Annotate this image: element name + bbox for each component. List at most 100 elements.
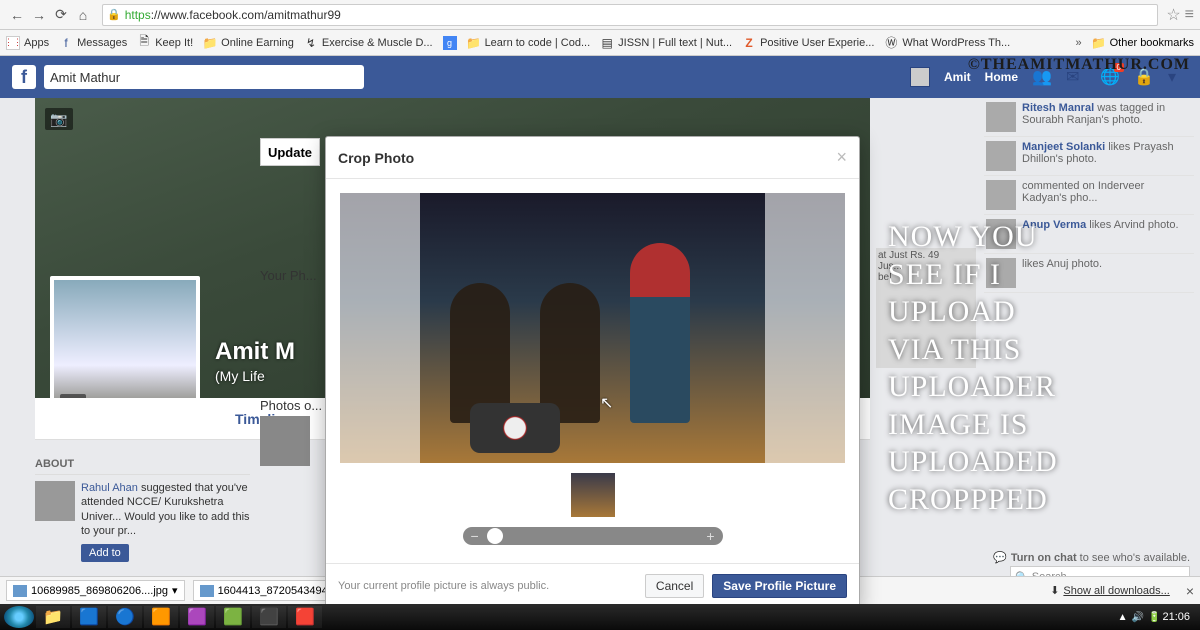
browser-toolbar: ← → ⟳ ⌂ 🔒 https://www.facebook.com/amitm… [0, 0, 1200, 30]
watermark-text: ©THEAMITMATHUR.COM [968, 56, 1190, 74]
taskbar-clock[interactable]: 21:06 [1162, 611, 1190, 623]
update-tab[interactable]: Update [260, 138, 320, 166]
taskbar-app[interactable]: 🟦 [72, 606, 106, 628]
bookmark-exercise[interactable]: ↯ Exercise & Muscle D... [304, 36, 433, 50]
back-icon[interactable]: ← [8, 6, 26, 24]
bm-label: What WordPress Th... [902, 37, 1010, 49]
bookmark-star-icon[interactable]: ☆ [1166, 5, 1180, 25]
bookmark-wordpress[interactable]: Ⓦ What WordPress Th... [884, 36, 1010, 50]
bookmarks-bar: ⋮⋮Apps fMessages 🗎Keep It! 📁Online Earni… [0, 30, 1200, 56]
wordpress-icon: Ⓦ [884, 36, 898, 50]
ticker-item[interactable]: commented on Inderveer Kadyan's pho... [984, 176, 1194, 215]
url-rest: ://www.facebook.com/amitmathur99 [151, 8, 341, 22]
url-input[interactable]: 🔒 https://www.facebook.com/amitmathur99 [102, 4, 1158, 26]
profile-name: Amit M [215, 338, 295, 366]
chrome-menu-icon[interactable]: ≡ [1185, 6, 1194, 24]
ticker-item[interactable]: Manjeet Solanki likes Prayash Dhillon's … [984, 137, 1194, 176]
lock-icon: 🔒 [107, 8, 121, 21]
bm-label: JISSN | Full text | Nut... [618, 37, 732, 49]
add-to-button[interactable]: Add to [81, 544, 129, 562]
tray-icon[interactable]: ▲ [1118, 612, 1128, 623]
tray-icon[interactable]: 🔋 [1148, 612, 1160, 623]
zoom-knob[interactable] [487, 528, 503, 544]
modal-footer-note: Your current profile picture is always p… [338, 580, 549, 592]
bm-label: Positive User Experie... [760, 37, 874, 49]
close-icon[interactable]: × [836, 147, 847, 168]
about-suggestion: Rahul Ahan suggested that you've attende… [35, 481, 250, 562]
bookmark-online-earning[interactable]: 📁Online Earning [203, 36, 294, 50]
edit-cover-camera-icon[interactable]: 📷 [45, 108, 73, 130]
photo-thumbnails [260, 416, 310, 466]
apps-button[interactable]: ⋮⋮Apps [6, 36, 49, 50]
system-tray[interactable]: ▲ 🔊 🔋 [1118, 612, 1161, 623]
taskbar-app[interactable]: 🟧 [144, 606, 178, 628]
page-icon: ↯ [304, 36, 318, 50]
crop-canvas[interactable]: ↖ [340, 193, 845, 463]
chat-toggle-suffix: to see who's available. [1077, 552, 1190, 564]
cursor-icon: ↖ [600, 393, 613, 413]
ticker-text: commented on Inderveer Kadyan's pho... [1022, 180, 1144, 204]
taskbar-app[interactable]: 🟥 [288, 606, 322, 628]
zoom-in-icon[interactable]: + [706, 528, 714, 544]
chat-toggle-label: Turn on chat [1011, 552, 1077, 564]
start-button[interactable] [4, 606, 34, 628]
tutorial-overlay-text: NOW YOU SEE IF I UPLOAD VIA THIS UPLOADE… [888, 218, 1188, 518]
home-icon[interactable]: ⌂ [74, 6, 92, 24]
taskbar-app-chrome[interactable]: 🔵 [108, 606, 142, 628]
other-bookmarks[interactable]: 📁Other bookmarks [1092, 36, 1194, 50]
turn-on-chat[interactable]: 💬 Turn on chat to see who's available. [993, 551, 1190, 564]
taskbar-app[interactable]: ⬛ [252, 606, 286, 628]
fb-search-input[interactable]: Amit Mathur [44, 65, 364, 89]
zoom-slider[interactable]: − + [463, 527, 723, 545]
forward-icon[interactable]: → [30, 6, 48, 24]
z-icon: Z [742, 36, 756, 50]
apps-grid-icon: ⋮⋮ [6, 36, 20, 50]
close-downloads-bar-icon[interactable]: × [1186, 583, 1194, 599]
download-filename: 10689985_869806206....jpg [31, 585, 168, 597]
suggestion-thumb [35, 481, 75, 521]
profile-subtitle: (My Life [215, 368, 265, 384]
show-all-label: Show all downloads... [1063, 585, 1169, 597]
crop-mask-left [340, 193, 420, 463]
image-file-icon [13, 585, 27, 597]
facebook-logo-icon[interactable]: f [12, 65, 36, 89]
profile-link[interactable]: Amit [944, 70, 971, 84]
download-arrow-icon: ⬇ [1050, 584, 1059, 597]
bookmark-learn-code[interactable]: 📁Learn to code | Cod... [467, 36, 591, 50]
facebook-icon: f [59, 36, 73, 50]
page-icon: 🗎 [137, 36, 151, 50]
zoom-out-icon[interactable]: − [471, 528, 479, 544]
image-file-icon [200, 585, 214, 597]
bm-label: Other bookmarks [1110, 37, 1194, 49]
ticker-item[interactable]: Ritesh Manral was tagged in Sourabh Ranj… [984, 98, 1194, 137]
suggestion-name[interactable]: Rahul Ahan [81, 482, 138, 494]
photo-thumb[interactable] [260, 416, 310, 466]
bookmark-google[interactable]: g [443, 36, 457, 50]
cancel-button[interactable]: Cancel [645, 574, 704, 598]
chevron-down-icon[interactable]: ▾ [172, 584, 178, 597]
ticker-name: Manjeet Solanki [1022, 141, 1105, 153]
page-content: 📷 📷 Amit M (My Life Timeline ABOUT Rahul… [0, 98, 1200, 604]
bookmark-positive-ux[interactable]: Z Positive User Experie... [742, 36, 874, 50]
about-section: ABOUT Rahul Ahan suggested that you've a… [35, 458, 250, 591]
tray-icon[interactable]: 🔊 [1132, 612, 1144, 623]
bookmarks-overflow[interactable]: » [1076, 37, 1082, 49]
reload-icon[interactable]: ⟳ [52, 6, 70, 24]
taskbar-app-explorer[interactable]: 📁 [36, 606, 70, 628]
bookmark-jissn[interactable]: ▤JISSN | Full text | Nut... [600, 36, 732, 50]
bm-label: Exercise & Muscle D... [322, 37, 433, 49]
save-profile-picture-button[interactable]: Save Profile Picture [712, 574, 847, 598]
taskbar-app[interactable]: 🟪 [180, 606, 214, 628]
bookmark-messages[interactable]: fMessages [59, 36, 127, 50]
crop-mask-right [765, 193, 845, 463]
chat-icon: 💬 [993, 551, 1007, 564]
show-all-downloads[interactable]: ⬇ Show all downloads... [1050, 584, 1170, 597]
avatar[interactable] [910, 67, 930, 87]
taskbar-app[interactable]: 🟩 [216, 606, 250, 628]
download-item[interactable]: 10689985_869806206....jpg ▾ [6, 580, 185, 601]
bookmark-keepit[interactable]: 🗎Keep It! [137, 36, 193, 50]
photos-of-heading: Photos o... [260, 398, 322, 413]
your-photos-heading: Your Ph... [260, 268, 317, 283]
bm-label: Learn to code | Cod... [485, 37, 591, 49]
url-scheme: https [125, 8, 151, 22]
